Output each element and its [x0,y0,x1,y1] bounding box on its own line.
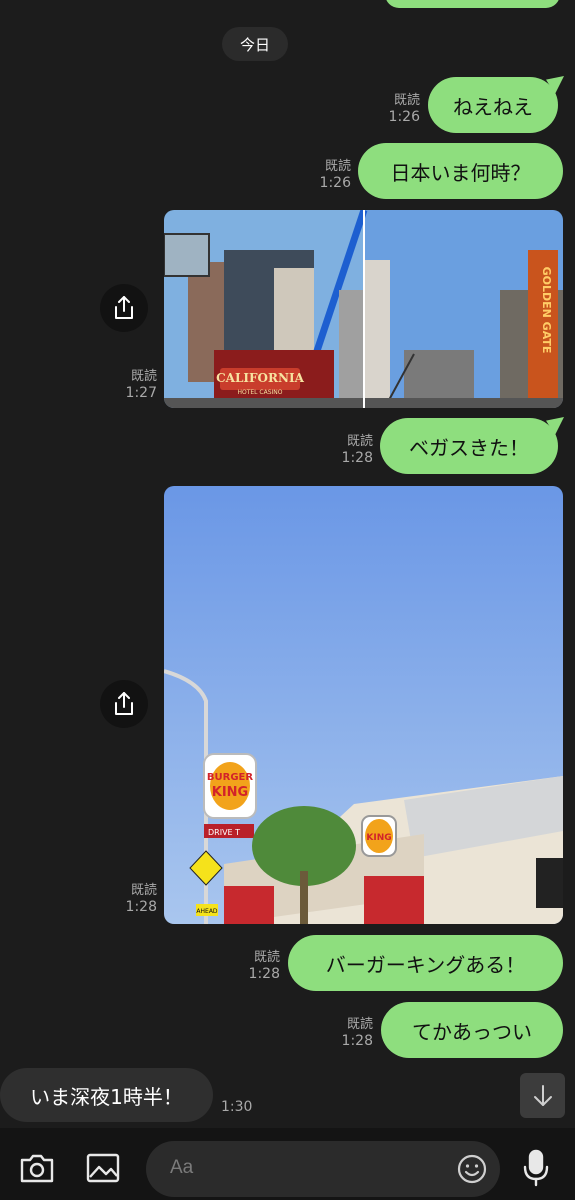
message-bubble[interactable]: バーガーキングある！ [288,935,563,991]
camera-icon [20,1154,54,1183]
message-meta: 既読 1:27 [97,368,157,402]
read-receipt: 既読 [130,883,157,898]
message-time: 1:28 [341,450,373,466]
scroll-to-bottom-button[interactable] [520,1073,565,1118]
microphone-icon [523,1149,549,1187]
message-bubble[interactable]: 日本いま何時？ [358,143,563,199]
message-time: 1:30 [221,1099,253,1115]
date-separator: 今日 [222,27,288,61]
message-text: 日本いま何時？ [390,160,531,185]
message-time: 1:28 [125,899,157,915]
photo-message-burger-king[interactable]: BURGER KING DRIVE T KING AHEAD [164,486,563,924]
message-text: ベガスきた！ [409,435,529,460]
california-subsign: HOTEL CASINO [237,389,282,396]
message-meta: 既読 1:28 [97,882,157,916]
message-input-placeholder: Aa [170,1157,194,1178]
previous-message-bubble[interactable] [385,0,560,8]
message-text: いま深夜1時半！ [30,1084,183,1109]
golden-gate-sign: GOLDEN GATE [540,267,553,354]
drive-sign: DRIVE T [208,828,240,837]
message-time: 1:28 [248,966,280,982]
message-time: 1:26 [319,175,351,191]
voice-button[interactable] [516,1146,556,1190]
pole-sign-bottom: KING [212,785,248,800]
read-receipt: 既読 [130,369,157,384]
message-bubble[interactable]: ベガスきた！ [380,418,558,474]
share-button[interactable] [100,284,148,332]
share-icon [115,296,133,319]
emoji-button[interactable] [454,1151,490,1187]
read-receipt: 既読 [393,93,420,108]
pole-sign-top: BURGER [207,772,253,783]
message-text: てかあっつい [412,1019,532,1044]
message-meta: 既読 1:26 [291,158,351,192]
message-meta: 既読 1:28 [313,433,373,467]
california-sign: CALIFORNIA [216,371,304,385]
message-bubble[interactable]: てかあっつい [381,1002,563,1058]
message-meta: 既読 1:28 [220,949,280,983]
gallery-button[interactable] [82,1148,124,1188]
message-input[interactable]: Aa [146,1141,500,1197]
incoming-message-bubble[interactable]: いま深夜1時半！ [0,1068,213,1122]
message-meta: 既読 1:28 [313,1016,373,1050]
emoji-icon [457,1154,487,1184]
message-time: 1:26 [388,109,420,125]
image-icon [86,1153,120,1183]
message-text: ねえねえ [453,94,533,119]
read-receipt: 既読 [253,950,280,965]
building-sign: KING [366,833,391,843]
read-receipt: 既読 [346,1017,373,1032]
message-bubble[interactable]: ねえねえ [428,77,558,133]
camera-button[interactable] [16,1148,58,1188]
message-time: 1:27 [125,385,157,401]
read-receipt: 既読 [324,159,351,174]
photo-message-vegas-street[interactable]: CALIFORNIA HOTEL CASINO GOLDEN GATE [164,210,563,408]
read-receipt: 既読 [346,434,373,449]
arrow-down-icon [533,1084,552,1106]
share-icon [115,692,133,715]
message-time: 1:28 [341,1033,373,1049]
message-text: バーガーキングある！ [325,952,526,977]
share-button[interactable] [100,680,148,728]
message-meta: 既読 1:26 [360,92,420,126]
ahead-sign: AHEAD [196,908,218,915]
